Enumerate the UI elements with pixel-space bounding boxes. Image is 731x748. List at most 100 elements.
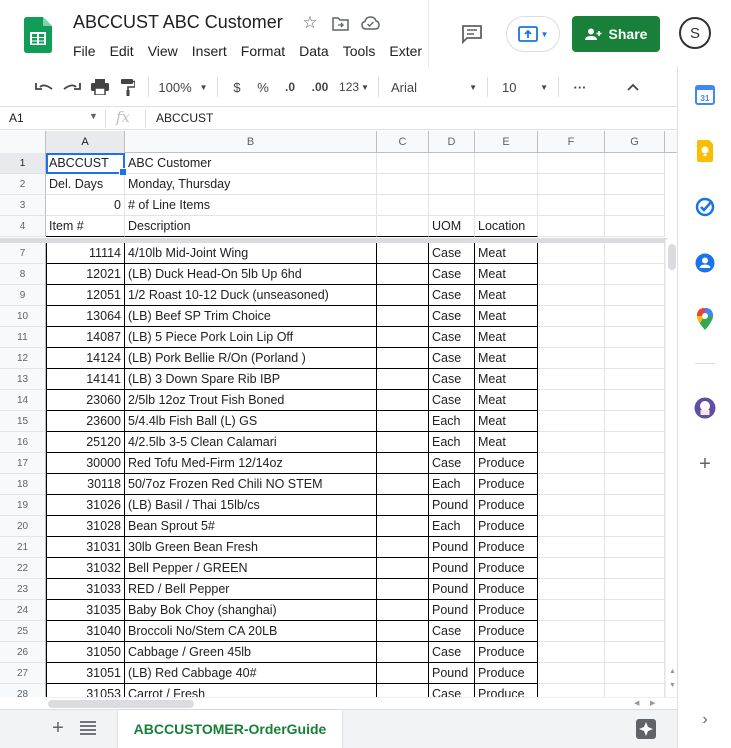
cell-e[interactable]: Meat xyxy=(475,369,538,390)
cell-f[interactable] xyxy=(538,411,605,432)
cell-d[interactable]: Case xyxy=(429,390,475,411)
cell-e[interactable]: Meat xyxy=(475,243,538,264)
cell-f[interactable] xyxy=(538,684,605,697)
cell-b[interactable]: (LB) Red Cabbage 40# xyxy=(125,663,377,684)
row-header[interactable]: 23 xyxy=(0,579,46,600)
cell-d[interactable]: Pound xyxy=(429,537,475,558)
cell-g[interactable] xyxy=(605,174,665,195)
contacts-icon[interactable] xyxy=(694,252,716,274)
menu-format[interactable]: Format xyxy=(234,40,292,62)
row-header[interactable]: 18 xyxy=(0,474,46,495)
cell-b[interactable]: (LB) 5 Piece Pork Loin Lip Off xyxy=(125,327,377,348)
cell-f[interactable] xyxy=(538,306,605,327)
cell-g[interactable] xyxy=(605,537,665,558)
cell-d[interactable]: Each xyxy=(429,474,475,495)
explore-icon[interactable] xyxy=(636,719,656,739)
cell-f[interactable] xyxy=(538,474,605,495)
cell-g[interactable] xyxy=(605,663,665,684)
cell-b[interactable]: (LB) Basil / Thai 15lb/cs xyxy=(125,495,377,516)
cell-a[interactable]: 31026 xyxy=(46,495,125,516)
cell-d[interactable]: Case xyxy=(429,621,475,642)
formula-input[interactable]: ABCCUST xyxy=(156,111,213,125)
cell-g[interactable] xyxy=(605,195,665,216)
cell-c[interactable] xyxy=(377,663,429,684)
cell-d[interactable]: Case xyxy=(429,642,475,663)
cell-e[interactable]: Produce xyxy=(475,537,538,558)
cell-e[interactable]: Produce xyxy=(475,495,538,516)
horizontal-scroll-thumb[interactable] xyxy=(48,700,194,708)
cell-e[interactable]: Produce xyxy=(475,558,538,579)
cell-b[interactable]: Bell Pepper / GREEN xyxy=(125,558,377,579)
cell-e[interactable]: Produce xyxy=(475,663,538,684)
cell-f[interactable] xyxy=(538,621,605,642)
select-all-corner[interactable] xyxy=(0,131,46,153)
cell-d[interactable]: Each xyxy=(429,411,475,432)
cell-b[interactable]: 5/4.4lb Fish Ball (L) GS xyxy=(125,411,377,432)
cell-g[interactable] xyxy=(605,579,665,600)
cell-b[interactable]: Bean Sprout 5# xyxy=(125,516,377,537)
cell-g[interactable] xyxy=(605,600,665,621)
column-header-f[interactable]: F xyxy=(538,131,605,153)
cell-e[interactable]: Produce xyxy=(475,474,538,495)
cell-f[interactable] xyxy=(538,348,605,369)
tasks-icon[interactable] xyxy=(694,196,716,218)
cell-g[interactable] xyxy=(605,348,665,369)
account-avatar[interactable]: S xyxy=(679,17,711,49)
cell-d[interactable]: Case xyxy=(429,264,475,285)
cell-e[interactable]: Meat xyxy=(475,327,538,348)
cell-g[interactable] xyxy=(605,558,665,579)
cell-g[interactable] xyxy=(605,495,665,516)
cell-a[interactable]: ABCCUST xyxy=(46,153,125,174)
cell-c[interactable] xyxy=(377,516,429,537)
font-size-select[interactable]: 10 ▼ xyxy=(494,73,552,101)
cell-c[interactable] xyxy=(377,390,429,411)
cell-a[interactable]: 31053 xyxy=(46,684,125,697)
cell-a[interactable]: 14087 xyxy=(46,327,125,348)
row-header[interactable]: 7 xyxy=(0,243,46,264)
cell-c[interactable] xyxy=(377,285,429,306)
cell-e[interactable]: Meat xyxy=(475,348,538,369)
add-sheet-button[interactable]: + xyxy=(48,718,68,738)
scroll-left-icon[interactable]: ◀ xyxy=(634,699,639,707)
cell-e[interactable] xyxy=(475,153,538,174)
sheets-logo-icon[interactable] xyxy=(24,17,52,53)
keep-icon[interactable] xyxy=(694,140,716,162)
cell-b[interactable]: 50/7oz Frozen Red Chili NO STEM xyxy=(125,474,377,495)
cell-f[interactable] xyxy=(538,537,605,558)
cell-e[interactable]: Produce xyxy=(475,621,538,642)
cell-d[interactable]: Pound xyxy=(429,558,475,579)
cell-c[interactable] xyxy=(377,579,429,600)
cell-g[interactable] xyxy=(605,264,665,285)
vertical-scrollbar[interactable]: ▲ ▼ xyxy=(665,240,677,697)
row-header[interactable]: 10 xyxy=(0,306,46,327)
cell-a[interactable]: 0 xyxy=(46,195,125,216)
cell-a[interactable]: 23600 xyxy=(46,411,125,432)
cell-d[interactable]: Case xyxy=(429,684,475,697)
cell-f[interactable] xyxy=(538,390,605,411)
cell-b[interactable]: 2/5lb 12oz Trout Fish Boned xyxy=(125,390,377,411)
row-header[interactable]: 25 xyxy=(0,621,46,642)
cell-e[interactable]: Meat xyxy=(475,411,538,432)
cell-a[interactable]: 31051 xyxy=(46,663,125,684)
cell-e[interactable]: Location xyxy=(475,216,538,237)
row-header[interactable]: 21 xyxy=(0,537,46,558)
cell-f[interactable] xyxy=(538,579,605,600)
cell-c[interactable] xyxy=(377,216,429,237)
row-header[interactable]: 3 xyxy=(0,195,46,216)
cell-c[interactable] xyxy=(377,537,429,558)
cell-a[interactable]: 31028 xyxy=(46,516,125,537)
cell-a[interactable]: 30118 xyxy=(46,474,125,495)
cell-f[interactable] xyxy=(538,153,605,174)
cell-a[interactable]: 31050 xyxy=(46,642,125,663)
cell-b[interactable]: Cabbage / Green 45lb xyxy=(125,642,377,663)
cell-b[interactable]: Red Tofu Med-Firm 12/14oz xyxy=(125,453,377,474)
move-folder-icon[interactable] xyxy=(330,13,350,33)
cell-g[interactable] xyxy=(605,306,665,327)
cell-g[interactable] xyxy=(605,216,665,237)
cell-d[interactable]: Pound xyxy=(429,579,475,600)
menu-extensions[interactable]: Exter xyxy=(382,40,429,62)
menu-edit[interactable]: Edit xyxy=(103,40,141,62)
cell-c[interactable] xyxy=(377,327,429,348)
cell-b[interactable]: (LB) 3 Down Spare Rib IBP xyxy=(125,369,377,390)
row-header[interactable]: 20 xyxy=(0,516,46,537)
